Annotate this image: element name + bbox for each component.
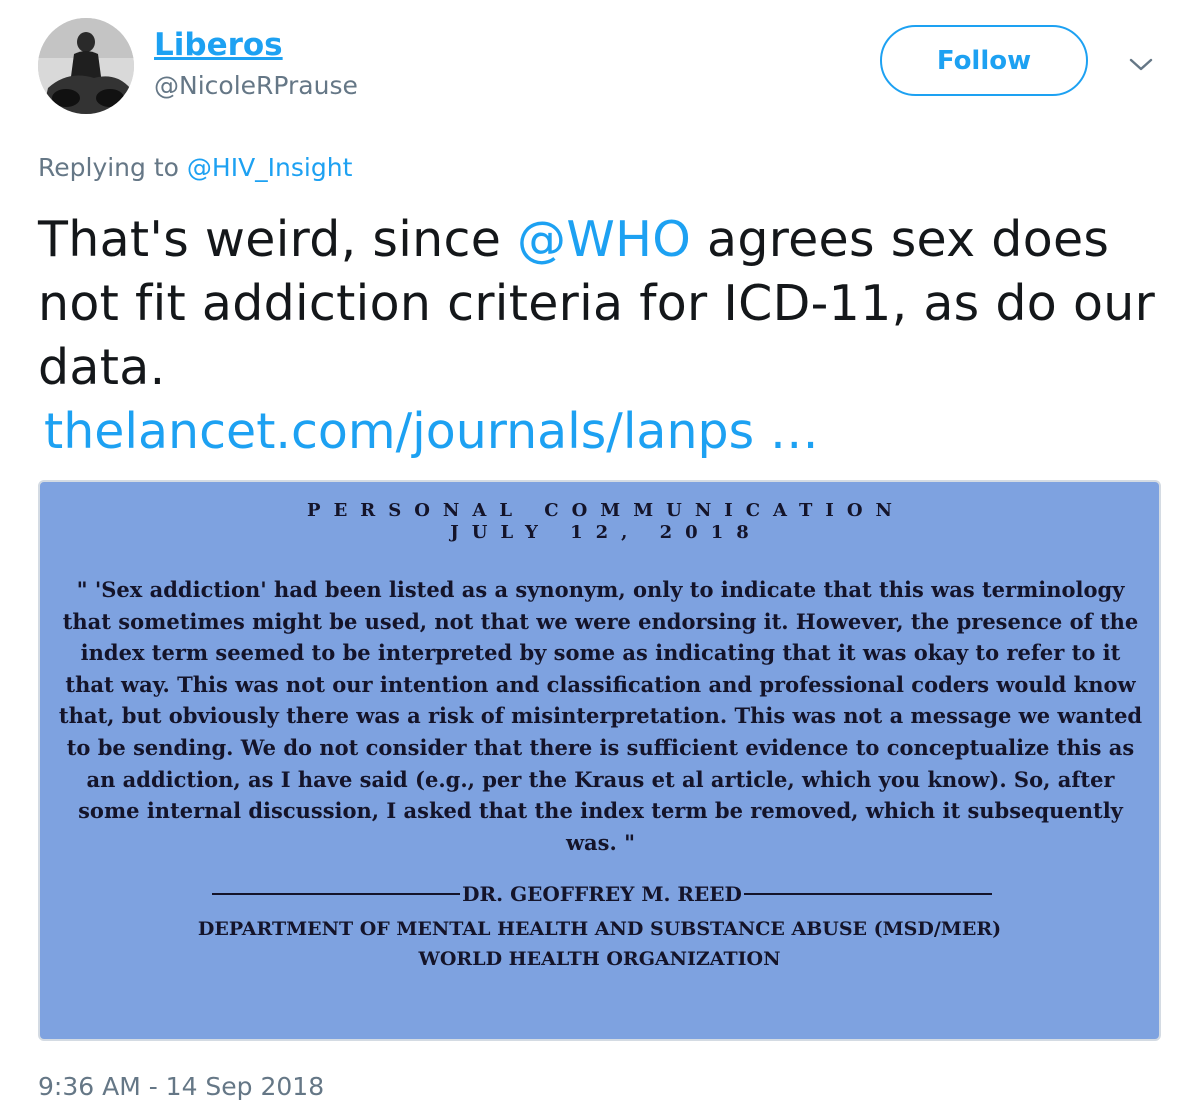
author-display-name[interactable]: Liberos <box>154 26 283 64</box>
tweet-text-before: That's weird, since <box>38 211 518 268</box>
card-quote: " 'Sex addiction' had been listed as a s… <box>58 577 1143 855</box>
author-handle[interactable]: @NicoleRPrause <box>154 70 358 102</box>
department-label: DEPARTMENT OF MENTAL HEALTH AND SUBSTANC… <box>197 918 1002 940</box>
more-options-button[interactable] <box>1126 50 1156 80</box>
avatar[interactable] <box>38 18 134 114</box>
tweet-text: That's weird, since @WHO agrees sex does… <box>38 208 1178 400</box>
chevron-down-icon <box>1129 58 1153 71</box>
replying-prefix: Replying to <box>38 153 179 182</box>
signature-name: DR. GEOFFREY M. REED <box>462 882 742 906</box>
mention-link[interactable]: @WHO <box>517 211 691 268</box>
signature-line-left <box>212 893 461 895</box>
card-title: PERSONAL COMMUNICATION <box>307 500 905 521</box>
card-date: JULY 12, 2018 <box>450 522 762 543</box>
replying-to: Replying to @HIV_Insight <box>38 152 352 184</box>
signature-row: DR. GEOFFREY M. REED <box>212 882 993 906</box>
tweet-timestamp[interactable]: 9:36 AM - 14 Sep 2018 <box>38 1070 324 1104</box>
article-link[interactable]: thelancet.com/journals/lanps … <box>44 400 819 464</box>
avatar-photo <box>38 18 134 114</box>
organization-label: WORLD HEALTH ORGANIZATION <box>418 948 781 970</box>
attached-image[interactable]: PERSONAL COMMUNICATION JULY 12, 2018 " '… <box>38 480 1161 1041</box>
replying-to-handle[interactable]: @HIV_Insight <box>187 153 352 182</box>
signature-line-right <box>743 893 993 895</box>
follow-button[interactable]: Follow <box>880 25 1088 96</box>
